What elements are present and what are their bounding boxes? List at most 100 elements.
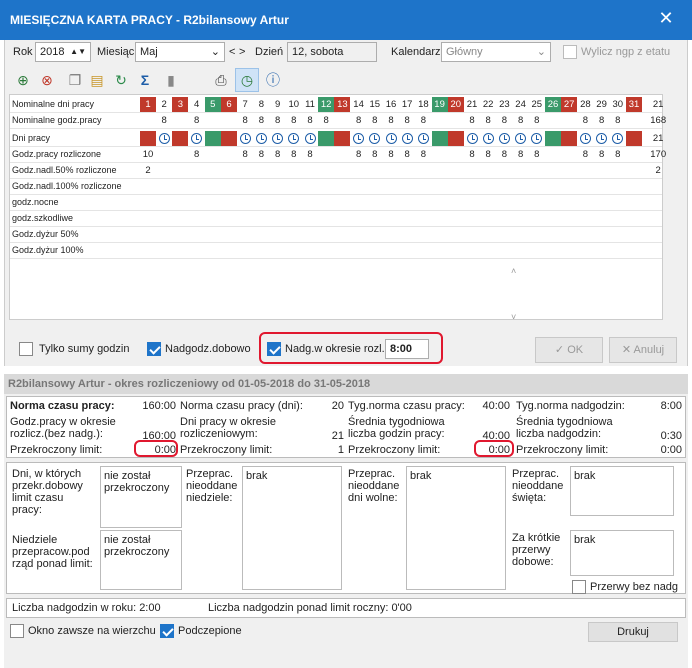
- overtime-cell[interactable]: [383, 163, 399, 178]
- overtime-cell[interactable]: [480, 163, 496, 178]
- rok-input[interactable]: 2018 ▲▼: [35, 42, 91, 62]
- overtime-cell[interactable]: [545, 163, 561, 178]
- zawsze-checkbox[interactable]: [10, 624, 24, 638]
- day-number[interactable]: 11: [302, 97, 318, 112]
- clock-icon[interactable]: [464, 131, 480, 146]
- day-number[interactable]: 8: [253, 97, 269, 112]
- day-number[interactable]: 5: [204, 97, 221, 112]
- overtime-cell[interactable]: [189, 163, 205, 178]
- day-off-cell[interactable]: [204, 131, 221, 146]
- nominal-hours-cell[interactable]: 8: [189, 113, 205, 128]
- clock-icon[interactable]: [237, 131, 253, 146]
- hours-cell[interactable]: [626, 147, 642, 162]
- overtime-cell[interactable]: [302, 163, 318, 178]
- ok-button[interactable]: ✓ OK: [535, 337, 603, 363]
- paste-icon[interactable]: ▤: [87, 70, 107, 90]
- close-icon[interactable]: ✕: [654, 8, 678, 29]
- hours-cell[interactable]: [432, 147, 448, 162]
- hours-cell[interactable]: 8: [513, 147, 529, 162]
- overtime-cell[interactable]: [496, 163, 512, 178]
- hours-cell[interactable]: 8: [577, 147, 593, 162]
- day-number[interactable]: 21: [464, 97, 480, 112]
- nominal-hours-cell[interactable]: [545, 113, 561, 128]
- day-number[interactable]: 9: [270, 97, 286, 112]
- nominal-hours-cell[interactable]: 8: [286, 113, 302, 128]
- hours-cell[interactable]: 8: [496, 147, 512, 162]
- day-number[interactable]: 19: [431, 97, 448, 112]
- clock-icon[interactable]: [253, 131, 269, 146]
- day-number[interactable]: 13: [334, 97, 351, 112]
- miesiac-select[interactable]: Maj ⌄: [135, 42, 225, 62]
- nominal-hours-cell[interactable]: [432, 113, 448, 128]
- clock-icon[interactable]: [302, 131, 318, 146]
- day-number[interactable]: 4: [189, 97, 205, 112]
- overtime-cell[interactable]: [367, 163, 383, 178]
- hours-cell[interactable]: 8: [399, 147, 415, 162]
- nominal-hours-cell[interactable]: 8: [610, 113, 626, 128]
- hours-cell[interactable]: [205, 147, 221, 162]
- overtime-cell[interactable]: [156, 163, 172, 178]
- day-number[interactable]: 15: [367, 97, 383, 112]
- overtime-cell[interactable]: [286, 163, 302, 178]
- day-off-cell[interactable]: [447, 131, 464, 146]
- document-icon[interactable]: ▮: [161, 70, 181, 90]
- nominal-hours-cell[interactable]: [561, 113, 577, 128]
- nominal-hours-cell[interactable]: 8: [367, 113, 383, 128]
- day-number[interactable]: 7: [237, 97, 253, 112]
- kalendarz-select[interactable]: Główny ⌄: [441, 42, 551, 62]
- nadg-okres-checkbox[interactable]: [267, 342, 281, 356]
- copy-icon[interactable]: ❐: [65, 70, 85, 90]
- day-number[interactable]: 16: [383, 97, 399, 112]
- day-number[interactable]: 23: [496, 97, 512, 112]
- hours-cell[interactable]: 8: [302, 147, 318, 162]
- clock-icon[interactable]: [367, 131, 383, 146]
- day-off-cell[interactable]: [318, 131, 335, 146]
- nominal-hours-cell[interactable]: [448, 113, 464, 128]
- day-number[interactable]: 14: [351, 97, 367, 112]
- nominal-hours-cell[interactable]: 8: [594, 113, 610, 128]
- nominal-hours-cell[interactable]: [334, 113, 350, 128]
- spinner-icon[interactable]: ▲▼: [70, 43, 86, 61]
- clock-icon[interactable]: [286, 131, 302, 146]
- overtime-cell[interactable]: [626, 163, 642, 178]
- overtime-cell[interactable]: [594, 163, 610, 178]
- hours-cell[interactable]: 8: [286, 147, 302, 162]
- overtime-cell[interactable]: [561, 163, 577, 178]
- nominal-hours-cell[interactable]: 8: [270, 113, 286, 128]
- hours-cell[interactable]: [172, 147, 188, 162]
- clock-icon[interactable]: [383, 131, 399, 146]
- hours-cell[interactable]: 8: [383, 147, 399, 162]
- day-number[interactable]: 6: [221, 97, 237, 112]
- drukuj-button[interactable]: Drukuj: [588, 622, 678, 642]
- overtime-cell[interactable]: [205, 163, 221, 178]
- refresh-icon[interactable]: ↻: [111, 70, 131, 90]
- clock-icon[interactable]: [577, 131, 593, 146]
- nominal-hours-cell[interactable]: 8: [237, 113, 253, 128]
- day-number[interactable]: 3: [172, 97, 189, 112]
- day-number[interactable]: 1: [140, 97, 156, 112]
- nominal-hours-cell[interactable]: 8: [464, 113, 480, 128]
- day-number[interactable]: 18: [415, 97, 431, 112]
- clock-icon[interactable]: [496, 131, 512, 146]
- hours-cell[interactable]: 8: [351, 147, 367, 162]
- wylicz-checkbox[interactable]: [563, 45, 577, 59]
- clock-icon[interactable]: [480, 131, 496, 146]
- nominal-hours-cell[interactable]: 8: [480, 113, 496, 128]
- podczepione-checkbox[interactable]: [160, 624, 174, 638]
- day-number[interactable]: 17: [399, 97, 415, 112]
- overtime-cell[interactable]: [432, 163, 448, 178]
- nominal-hours-cell[interactable]: [205, 113, 221, 128]
- hours-cell[interactable]: [545, 147, 561, 162]
- nominal-hours-cell[interactable]: 8: [496, 113, 512, 128]
- clock-icon[interactable]: [610, 131, 626, 146]
- hours-cell[interactable]: 8: [189, 147, 205, 162]
- nominal-hours-cell[interactable]: [140, 113, 156, 128]
- day-off-cell[interactable]: [561, 131, 578, 146]
- day-off-cell[interactable]: [221, 131, 237, 146]
- overtime-cell[interactable]: [464, 163, 480, 178]
- tylko-sumy-checkbox[interactable]: [19, 342, 33, 356]
- nominal-hours-cell[interactable]: [221, 113, 237, 128]
- info-icon[interactable]: ⓘ: [263, 70, 283, 90]
- hours-cell[interactable]: 8: [367, 147, 383, 162]
- day-number[interactable]: 20: [447, 97, 464, 112]
